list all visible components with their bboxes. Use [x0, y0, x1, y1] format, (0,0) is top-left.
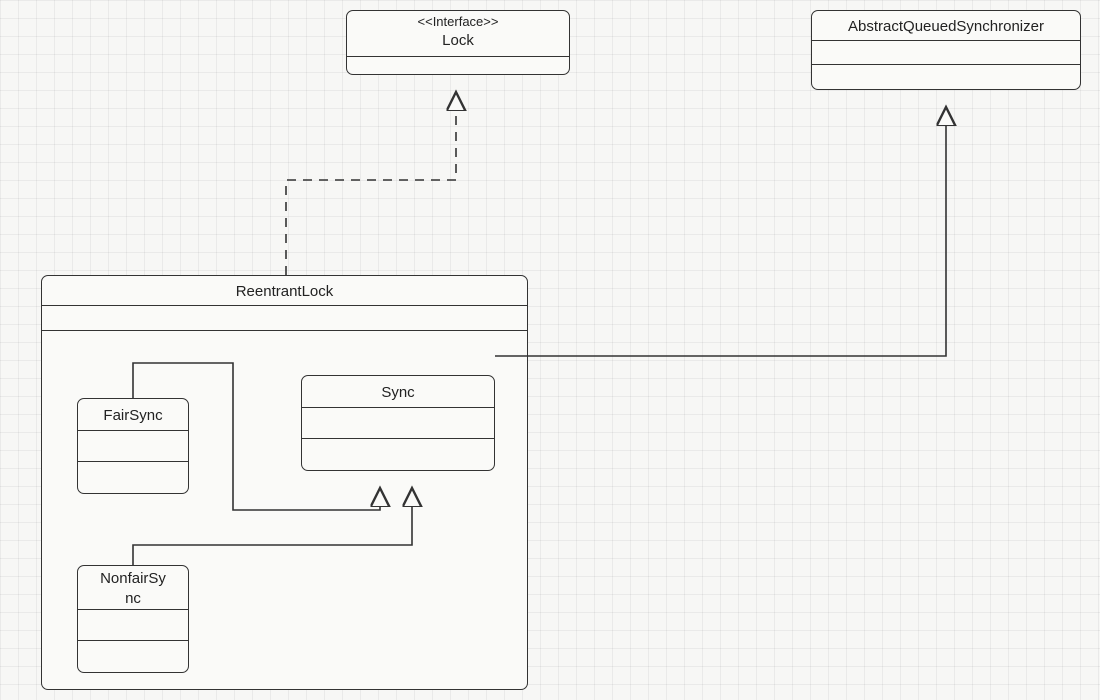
class-reentrantlock-title: ReentrantLock	[42, 276, 527, 306]
class-compartment	[78, 610, 188, 641]
edge-reentrant-to-lock	[286, 92, 456, 275]
class-sync[interactable]: Sync	[301, 375, 495, 471]
class-compartment	[42, 306, 527, 331]
class-name-line1: NonfairSy	[100, 570, 166, 587]
class-compartment	[78, 641, 188, 672]
class-name-label: ReentrantLock	[236, 283, 334, 300]
uml-canvas: <<Interface>> Lock AbstractQueuedSynchro…	[0, 0, 1100, 700]
class-compartment	[302, 439, 494, 470]
class-compartment	[78, 431, 188, 462]
class-lock[interactable]: <<Interface>> Lock	[346, 10, 570, 75]
stereotype-label: <<Interface>>	[353, 14, 563, 31]
class-aqs-title: AbstractQueuedSynchronizer	[812, 11, 1080, 41]
class-compartment	[347, 57, 569, 74]
class-aqs[interactable]: AbstractQueuedSynchronizer	[811, 10, 1081, 90]
class-compartment	[302, 408, 494, 439]
class-nonfairsync[interactable]: NonfairSy nc	[77, 565, 189, 673]
class-name-label: AbstractQueuedSynchronizer	[848, 18, 1044, 35]
class-name-label: FairSync	[103, 407, 162, 424]
class-compartment	[812, 65, 1080, 89]
class-sync-title: Sync	[302, 376, 494, 408]
class-nonfairsync-title: NonfairSy nc	[78, 566, 188, 610]
class-compartment	[812, 41, 1080, 65]
class-fairsync-title: FairSync	[78, 399, 188, 431]
class-name-label: Lock	[442, 32, 474, 49]
class-name-label: Sync	[381, 384, 414, 401]
class-name-line2: nc	[125, 590, 141, 607]
class-fairsync[interactable]: FairSync	[77, 398, 189, 494]
class-lock-title: <<Interface>> Lock	[347, 11, 569, 57]
edge-sync-to-aqs	[495, 107, 946, 356]
class-compartment	[78, 462, 188, 493]
